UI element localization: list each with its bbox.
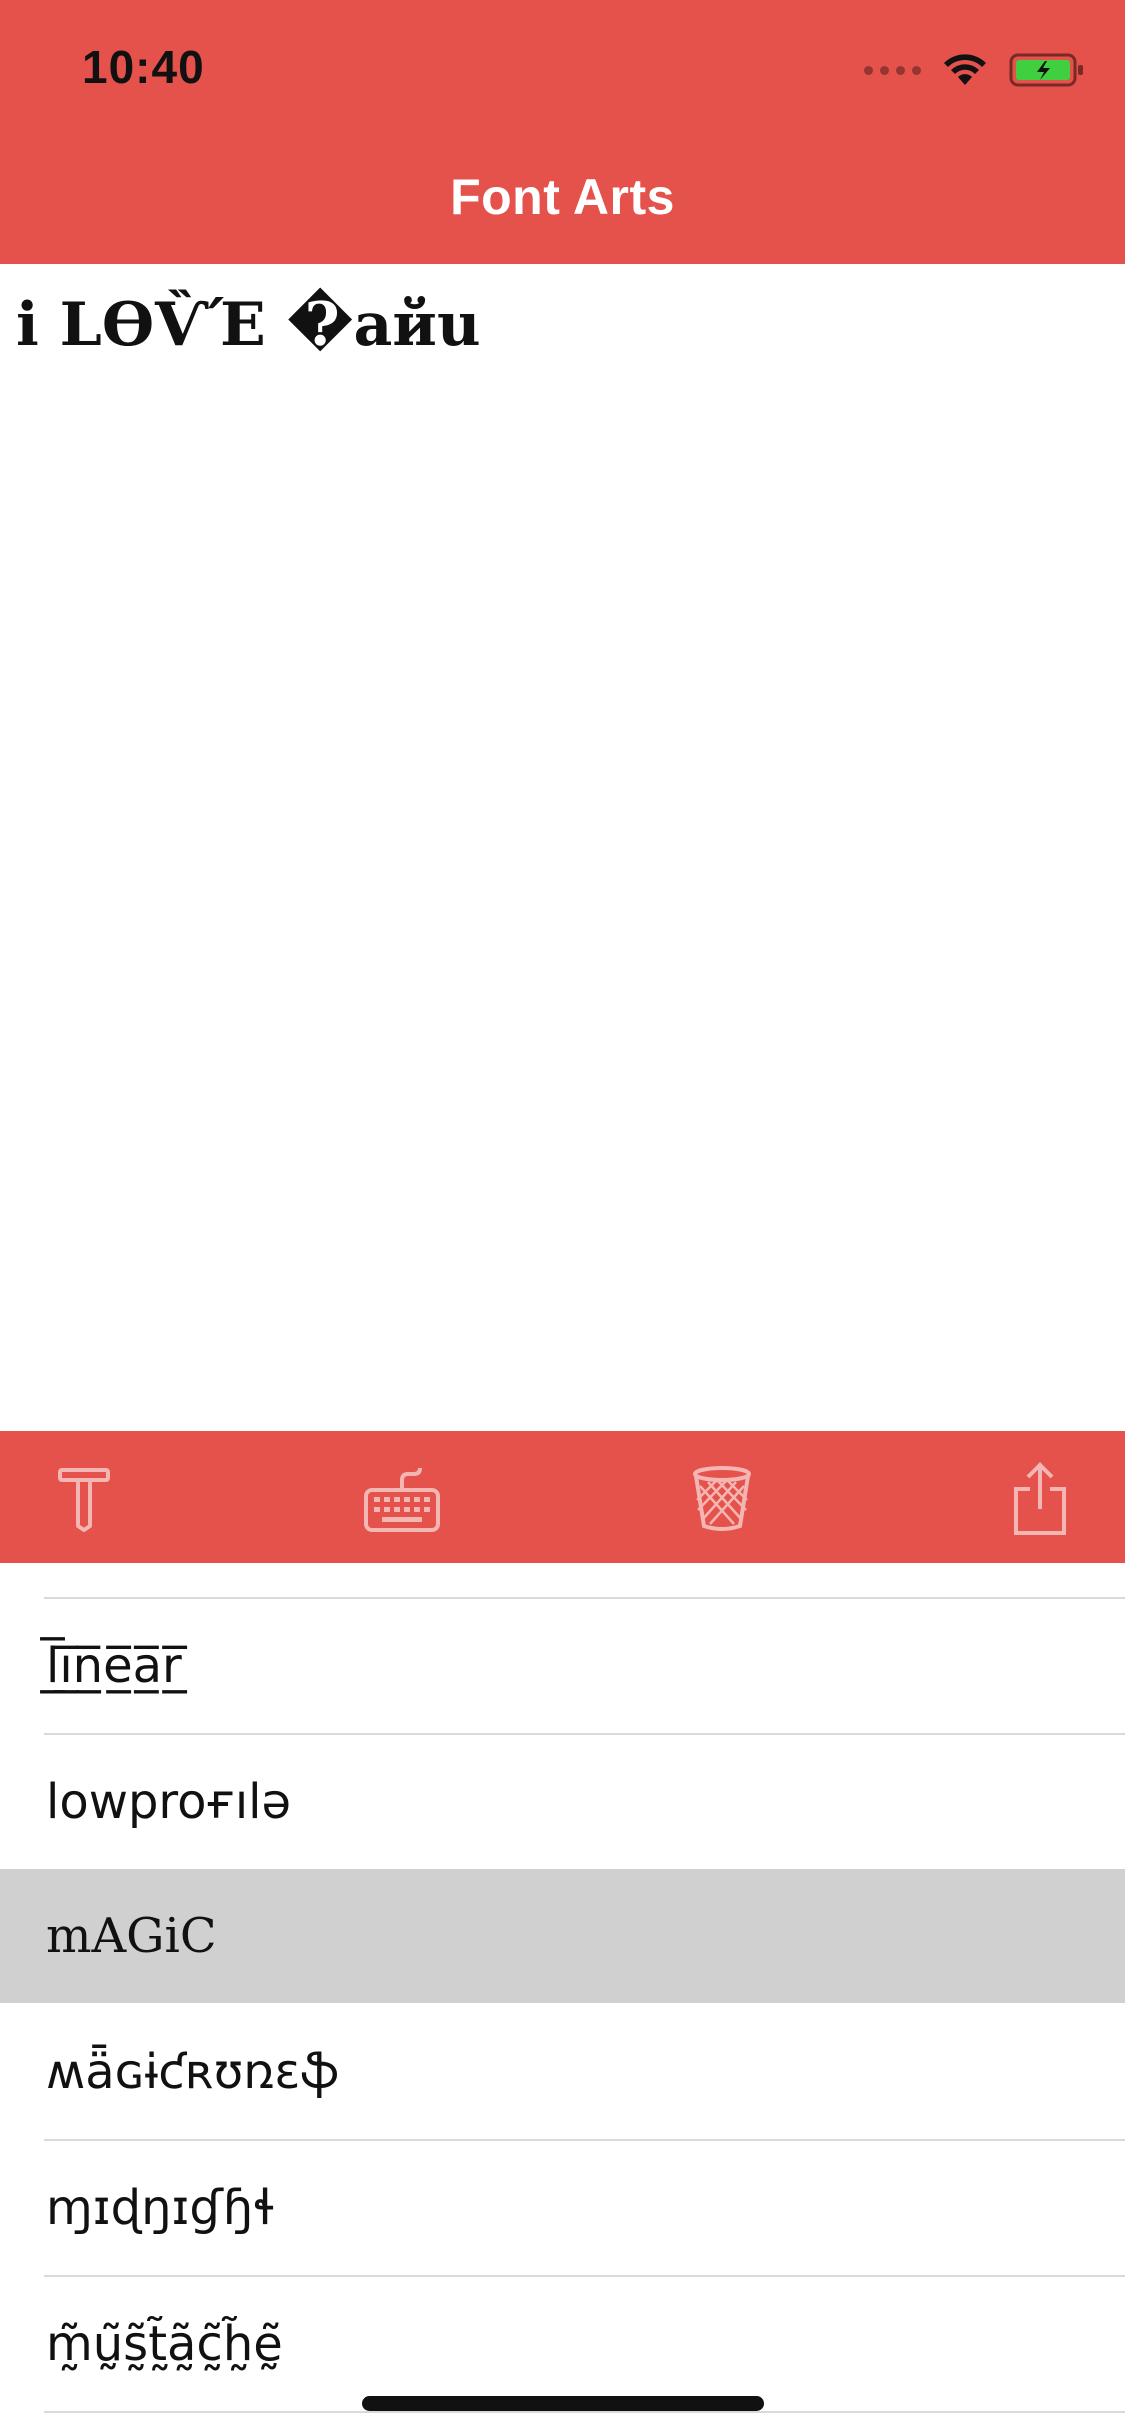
text-editor[interactable]: i LϴѶΈ �айu (0, 264, 1125, 1431)
font-style-label: ʍǟɢɨƈʀʊռɛֆ (46, 2044, 339, 2100)
keyboard-button[interactable] (362, 1459, 442, 1539)
editor-text: i LϴѶΈ �айu (16, 290, 481, 360)
share-icon (1014, 1462, 1066, 1535)
battery-icon (1009, 53, 1083, 87)
font-style-label: m̰̃ṵ̃s̰̃t̰̃ã̰c̰̃h̰̃ḛ̃ (46, 2316, 283, 2372)
trash-icon (693, 1466, 751, 1531)
list-item[interactable]: l̲̅i̲̅n̲̅e̲̅a̲̅r̲̅ (0, 1599, 1125, 1733)
list-separator (44, 2411, 1125, 2413)
cellular-signal-icon (864, 65, 921, 75)
keyboard-icon (364, 1467, 440, 1532)
font-style-label: lowproғılə (46, 1774, 292, 1830)
list-item[interactable]: m̰̃ṵ̃s̰̃t̰̃ã̰c̰̃h̰̃ḛ̃ (0, 2277, 1125, 2411)
status-indicators (864, 46, 1085, 94)
font-style-label: l̲̅i̲̅n̲̅e̲̅a̲̅r̲̅ (46, 1638, 182, 1694)
app-screen: 10:40 Font Arts i LϴѶΈ �айu l̲̅i̲̅n̲̅e̲̅… (0, 0, 1125, 2436)
status-time: 10:40 (82, 41, 205, 93)
font-style-label: ɱɪɖŋɪɠɧɬ (46, 2180, 277, 2236)
font-style-label: mAGiC (46, 1908, 217, 1964)
list-item-selected[interactable]: mAGiC (0, 1869, 1125, 2003)
text-icon (58, 1468, 110, 1532)
page-title: Font Arts (450, 169, 675, 225)
list-item[interactable]: ɱɪɖŋɪɠɧɬ (0, 2141, 1125, 2275)
font-style-button[interactable] (44, 1459, 124, 1539)
bottom-toolbar (0, 1431, 1125, 1563)
list-item[interactable]: lowproғılə (0, 1735, 1125, 1869)
nav-bar: 10:40 Font Arts (0, 0, 1125, 264)
clear-button[interactable] (682, 1459, 762, 1539)
wifi-icon (944, 54, 986, 85)
list-item[interactable]: ʍǟɢɨƈʀʊռɛֆ (0, 2005, 1125, 2139)
share-button[interactable] (1000, 1459, 1080, 1539)
home-indicator[interactable] (362, 2396, 764, 2411)
font-style-list[interactable]: l̲̅i̲̅n̲̅e̲̅a̲̅r̲̅ lowproғılə mAGiC ʍǟɢɨ… (0, 1563, 1125, 2436)
